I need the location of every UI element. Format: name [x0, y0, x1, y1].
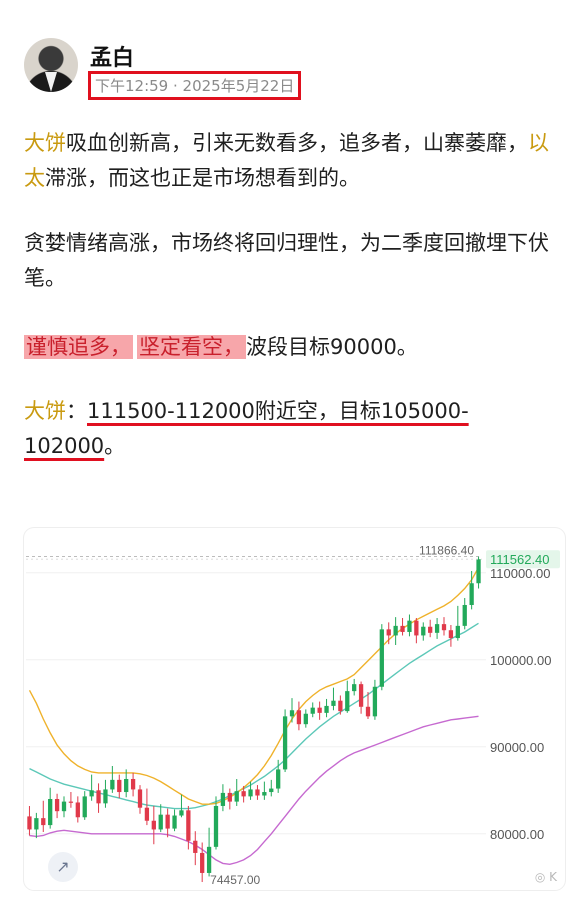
candle-body — [324, 705, 329, 713]
underlined-target: 111500-112000附近空，目标105000-102000 — [24, 399, 469, 458]
candle-body — [476, 559, 481, 584]
candle-body — [428, 626, 433, 633]
candle-body — [103, 789, 108, 804]
paragraph-text: 。 — [104, 434, 126, 458]
candle-body — [407, 620, 412, 632]
candle-body — [61, 801, 67, 812]
candle-body — [441, 624, 447, 631]
candle-body — [400, 625, 405, 632]
candle-body — [386, 629, 391, 636]
candle-body — [54, 799, 60, 812]
paragraph-text: ： — [66, 399, 87, 423]
candle-body — [193, 840, 198, 853]
candle-body — [89, 790, 94, 797]
post-paragraph-3: 谨慎追多， 坚定看空，波段目标90000。 — [24, 330, 564, 365]
candle-body — [117, 779, 122, 793]
candle-body — [269, 788, 274, 793]
candle-body — [200, 852, 205, 873]
candle-body — [289, 710, 295, 717]
candle-body — [352, 684, 357, 692]
candle-body — [48, 799, 53, 826]
candle-body — [75, 802, 80, 818]
candle-body — [96, 790, 101, 804]
candle-body — [303, 713, 308, 725]
tag-btc[interactable]: 大饼 — [24, 131, 66, 155]
candle-body — [469, 583, 474, 605]
candle-body — [110, 779, 115, 790]
expand-icon[interactable]: ↗ — [48, 852, 78, 882]
avatar[interactable] — [24, 38, 78, 92]
candle-body — [276, 769, 281, 789]
candle-body — [331, 700, 336, 706]
candle-body — [462, 604, 467, 626]
candle-body — [137, 789, 143, 808]
price-chart[interactable]: 110000.00 100000.00 90000.00 80000.00 111866… — [24, 528, 565, 890]
candle-body — [310, 707, 315, 714]
candle-body — [165, 814, 170, 829]
candle-body — [68, 801, 74, 803]
candle-body — [158, 814, 163, 830]
ma-mid-line — [29, 622, 479, 810]
high-label: 111866.40 — [419, 544, 474, 558]
low-label: 74457.00 — [210, 873, 260, 887]
candle-body — [448, 630, 454, 639]
candle-body — [241, 791, 246, 797]
candle-body — [262, 792, 267, 796]
candle-body — [358, 684, 364, 707]
highlight-bearish: 坚定看空， — [137, 335, 246, 359]
candle-body — [220, 792, 226, 806]
candle-body — [206, 846, 212, 873]
candle-body — [227, 792, 232, 802]
price-axis-label: 80000.00 — [490, 827, 544, 842]
candle-body — [82, 796, 87, 818]
candle-body — [234, 791, 239, 802]
price-axis-label: 100000.00 — [490, 653, 551, 668]
candle-body — [27, 816, 32, 830]
watermark: ◎ K — [534, 870, 557, 884]
candle-body — [179, 810, 184, 816]
candle-body — [34, 818, 39, 830]
candle-body — [151, 820, 156, 830]
candle-body — [372, 686, 378, 717]
candle-body — [41, 818, 46, 826]
paragraph-text: 吸血创新高，引来无数看多，追多者，山寨萎靡， — [66, 131, 528, 155]
price-axis-label: 90000.00 — [490, 740, 544, 755]
ma-fast-line — [28, 567, 480, 805]
tag-btc[interactable]: 大饼 — [24, 399, 66, 423]
candle-body — [379, 629, 384, 687]
candle-body — [317, 707, 322, 713]
candle-body — [421, 626, 426, 636]
candle-body — [172, 815, 177, 829]
candle-body — [455, 625, 460, 639]
post-paragraph-2: 贪婪情绪高涨，市场终将回归理性，为二季度回撤埋下伏笔。 — [24, 226, 564, 296]
post-paragraph-4: 大饼：111500-112000附近空，目标105000-102000。 — [24, 394, 564, 464]
current-price-label: 111562.40 — [490, 552, 550, 567]
candle-body — [186, 810, 191, 841]
paragraph-text: 贪婪情绪高涨，市场终将回归理性，为二季度回撤埋下伏笔。 — [24, 231, 549, 290]
candlestick-chart: 110000.00100000.0090000.0080000.00111866… — [26, 544, 560, 887]
post-timestamp: 下午12:59 · 2025年5月22日 — [88, 71, 302, 100]
paragraph-text: 波段目标90000。 — [246, 335, 418, 359]
candle-body — [130, 778, 136, 790]
candle-body — [255, 789, 260, 796]
candle-body — [414, 620, 419, 636]
candle-body — [282, 716, 288, 770]
post-paragraph-1: 大饼吸血创新高，引来无数看多，追多者，山寨萎靡，以太滞涨，而这也正是市场想看到的… — [24, 126, 564, 196]
author-name[interactable]: 孟白 — [90, 40, 134, 72]
post-header: 孟白 下午12:59 · 2025年5月22日 — [24, 38, 564, 100]
paragraph-text: 滞涨，而这也正是市场想看到的。 — [45, 166, 360, 190]
candle-body — [296, 710, 302, 725]
candle-body — [124, 778, 129, 793]
candle-body — [248, 789, 253, 797]
candle-body — [338, 700, 343, 712]
highlight-cautious: 谨慎追多， — [24, 335, 133, 359]
candle-body — [144, 807, 150, 821]
candle-body — [365, 706, 371, 717]
candle-body — [213, 805, 219, 847]
candle-body — [345, 691, 350, 712]
candle-body — [434, 624, 440, 633]
candle-body — [393, 625, 398, 636]
